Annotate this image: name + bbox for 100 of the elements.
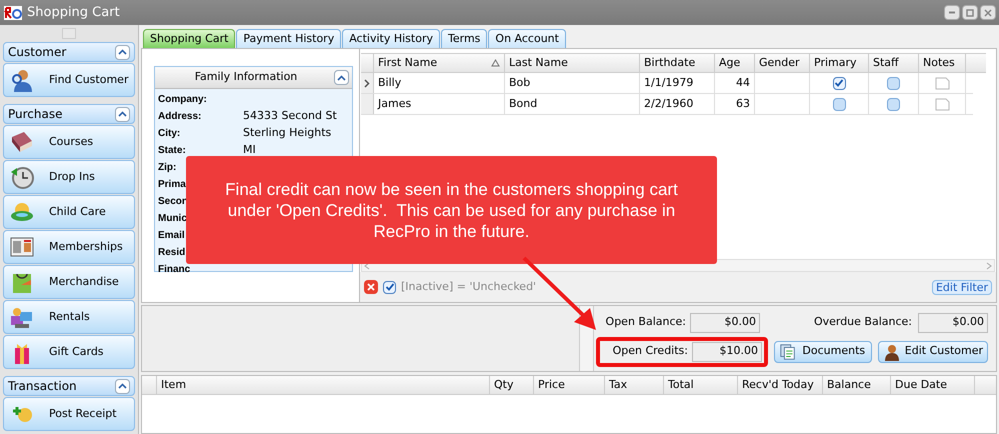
- field-label: Overdue Balance:: [814, 314, 912, 330]
- documents-button[interactable]: Documents: [774, 340, 872, 362]
- tab[interactable]: On Account: [488, 29, 566, 48]
- chevron-up-icon: [118, 49, 127, 55]
- value-field: $0.00: [918, 312, 988, 332]
- row-indicator[interactable]: [361, 73, 374, 93]
- field-label: City:: [158, 128, 180, 140]
- clear-filter-button[interactable]: [364, 280, 378, 294]
- chevron-up-icon: [118, 383, 127, 389]
- field-label: Resid: [158, 247, 186, 258]
- column-header[interactable]: Recv'd Today: [738, 376, 823, 394]
- collapse-button[interactable]: [115, 44, 130, 60]
- field-label: Financ: [158, 264, 190, 276]
- column-header[interactable]: Qty: [490, 376, 534, 394]
- sidebar-item[interactable]: Merchandise: [3, 265, 135, 299]
- checkbox[interactable]: [832, 98, 846, 110]
- column-header[interactable]: Item: [157, 376, 490, 394]
- checkmark-icon: [384, 282, 394, 292]
- sidebar-item[interactable]: Post Receipt: [3, 397, 135, 431]
- column-header[interactable]: Due Date: [891, 376, 975, 394]
- person-search-icon: [9, 67, 35, 93]
- field-label: Prima: [158, 179, 186, 190]
- column-header[interactable]: Gender: [755, 54, 810, 72]
- field-label: Open Credits:: [612, 343, 688, 360]
- chevron-up-icon: [118, 111, 127, 117]
- column-header[interactable]: Staff: [869, 54, 919, 72]
- column-header[interactable]: Last Name: [505, 54, 640, 72]
- collapse-button[interactable]: [115, 378, 130, 394]
- close-icon: [367, 283, 375, 291]
- tab[interactable]: Payment History: [236, 29, 342, 48]
- checkbox[interactable]: [887, 76, 900, 90]
- person-icon: [882, 342, 901, 360]
- table-cell: 63: [715, 94, 755, 114]
- field-label: Zip:: [158, 162, 176, 174]
- column-header[interactable]: Price: [534, 376, 605, 394]
- field-value: Sterling Heights: [243, 125, 332, 142]
- field-label: Address:: [158, 111, 202, 122]
- sidebar-item[interactable]: Find Customer: [3, 63, 135, 97]
- field-value: MI: [243, 142, 256, 158]
- field-label: Email: [158, 230, 185, 242]
- note-icon[interactable]: [934, 98, 950, 110]
- chevron-up-icon: [337, 74, 346, 80]
- field-label: Munic: [158, 213, 187, 224]
- table-cell: Bond: [505, 94, 640, 114]
- minimize-button[interactable]: [944, 5, 960, 20]
- sidebar-item[interactable]: Drop Ins: [3, 160, 135, 194]
- table-cell: 2/2/1960: [640, 94, 715, 114]
- documents-icon: [778, 342, 797, 360]
- field-label: Company:: [158, 94, 207, 106]
- tab[interactable]: Terms: [441, 29, 488, 48]
- value-field: $10.00: [692, 342, 762, 362]
- column-header[interactable]: Balance: [823, 376, 891, 394]
- table-cell: 1/1/1979: [640, 73, 715, 93]
- table-cell: Billy: [374, 73, 505, 93]
- column-header[interactable]: Total: [664, 376, 738, 394]
- column-header[interactable]: Primary: [810, 54, 869, 72]
- field-label: Open Balance:: [606, 314, 686, 330]
- column-header[interactable]: Tax: [605, 376, 664, 394]
- tab[interactable]: Shopping Cart: [143, 29, 236, 48]
- collapse-button[interactable]: [334, 70, 349, 85]
- checkbox[interactable]: [383, 280, 396, 294]
- edit-filter-button[interactable]: Edit Filter: [932, 280, 992, 294]
- sidebar-item[interactable]: Courses: [3, 125, 135, 159]
- value-field: $0.00: [690, 312, 760, 332]
- sidebar-item[interactable]: Child Care: [3, 195, 135, 229]
- sidebar-item[interactable]: Rentals: [3, 300, 135, 334]
- current-row-icon: [364, 78, 370, 88]
- filter-text: [Inactive] = 'Unchecked': [401, 278, 536, 295]
- column-header[interactable]: Age: [715, 54, 755, 72]
- section-title: Transaction: [8, 378, 77, 395]
- maximize-button[interactable]: [962, 5, 978, 20]
- field-label: State:: [158, 145, 186, 156]
- close-icon: [984, 8, 992, 16]
- tab[interactable]: Activity History: [342, 29, 440, 48]
- section-title: Customer: [8, 44, 66, 61]
- minimize-icon: [948, 11, 956, 14]
- table-cell: James: [374, 94, 505, 114]
- note-icon[interactable]: [934, 76, 950, 90]
- section-title: Purchase: [8, 106, 62, 123]
- column-header[interactable]: Birthdate: [640, 54, 715, 72]
- collapse-button[interactable]: [115, 106, 130, 122]
- sidebar-item[interactable]: Memberships: [3, 230, 135, 264]
- table-cell: Bob: [505, 73, 640, 93]
- edit-customer-button[interactable]: Edit Customer: [878, 340, 988, 362]
- scroll-left-icon: [364, 262, 370, 270]
- section-header[interactable]: Customer: [3, 42, 135, 62]
- checkbox[interactable]: [887, 98, 900, 110]
- section-header[interactable]: Purchase: [3, 104, 135, 124]
- close-button[interactable]: [980, 5, 996, 20]
- maximize-icon: [966, 8, 974, 16]
- section-header[interactable]: Transaction: [3, 376, 135, 396]
- field-value: 54333 Second St: [243, 108, 337, 124]
- sidebar-item[interactable]: Gift Cards: [3, 335, 135, 369]
- callout-text: Final credit can now be seen in the customers shopping cart under 'Open Credits'. This can be used for any purchase in RecPro in the future.: [224, 178, 679, 242]
- checkbox[interactable]: [832, 76, 846, 90]
- panel-title: Family Information: [194, 69, 298, 86]
- column-header[interactable]: First Name: [374, 54, 505, 72]
- column-header[interactable]: Notes: [919, 54, 966, 72]
- app-logo-icon: [3, 4, 23, 20]
- checkmark-icon: [834, 78, 844, 88]
